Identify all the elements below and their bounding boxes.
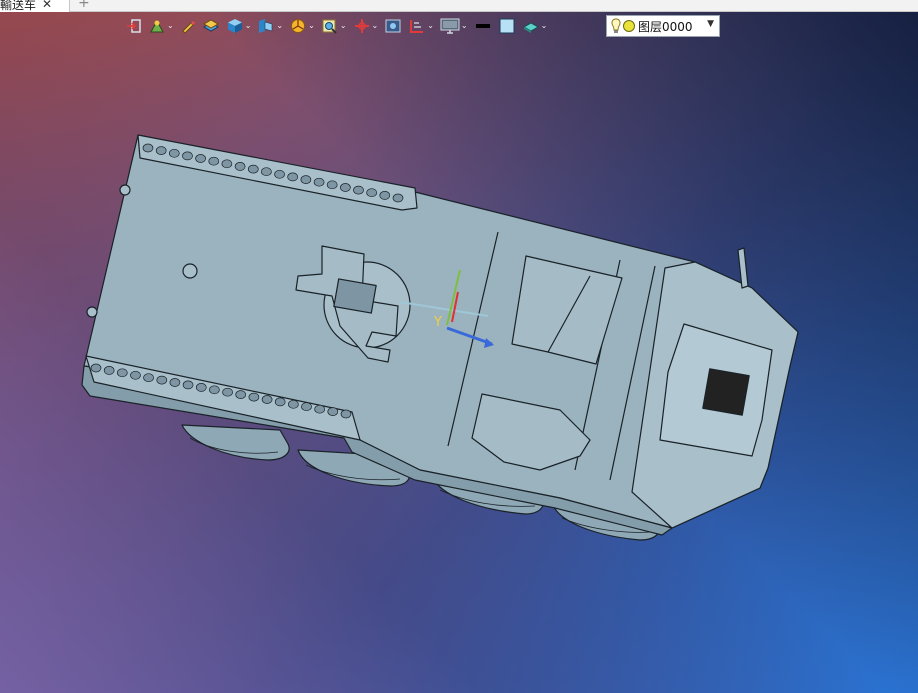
monitor-button[interactable]: ⌄ <box>438 15 470 37</box>
rail-stud <box>168 148 180 158</box>
pencil-button[interactable] <box>178 15 198 37</box>
lightbulb-icon[interactable] <box>611 18 621 34</box>
vent-grille <box>702 368 750 416</box>
surface-icon <box>522 22 539 33</box>
rail-stud <box>182 151 193 161</box>
snapshot-button[interactable] <box>382 15 404 37</box>
rail-stud <box>274 169 285 179</box>
chevron-down-icon: ⌄ <box>427 21 434 30</box>
rail-stud <box>261 395 273 404</box>
rail-stud <box>287 172 299 182</box>
rail-stud <box>327 407 339 416</box>
rail-stud <box>301 402 312 412</box>
rail-stud <box>195 383 207 392</box>
chevron-down-icon: ⌄ <box>460 21 468 30</box>
rail-stud <box>379 191 391 200</box>
chevron-down-icon: ⌄ <box>371 21 379 30</box>
view-toolbar: ⌄ ⌄ ⌄ ⌄ ⌄ ⌄ ⌄ ⌄ ⌄ <box>124 14 604 38</box>
section-view-icon <box>259 19 273 33</box>
layer-color-swatch <box>623 20 635 32</box>
rail-stud <box>156 375 168 385</box>
document-tab-label: 輸送车 <box>0 0 37 12</box>
rail-stud <box>130 370 141 380</box>
rail-stud <box>340 183 351 192</box>
rail-stud <box>248 392 260 402</box>
rail-stud <box>90 363 102 373</box>
rail-stud <box>235 390 247 399</box>
rail-stud <box>366 188 378 198</box>
zoom-button[interactable]: ⌄ <box>319 15 349 37</box>
rail-stud <box>274 397 286 407</box>
chevron-down-icon: ⌄ <box>244 21 252 30</box>
3d-viewport[interactable]: // placeholder — studs are drawn by the … <box>0 0 918 693</box>
orient-button[interactable]: ⌄ <box>287 15 317 37</box>
monitor-icon <box>440 18 460 34</box>
cube-button[interactable]: ⌄ <box>224 15 254 37</box>
exit-view-button[interactable] <box>124 15 144 37</box>
pencil-icon <box>181 21 195 34</box>
vehicle-model <box>81 134 799 541</box>
chevron-down-icon: ⌄ <box>276 21 284 30</box>
chevron-down-icon: ⌄ <box>167 21 174 30</box>
rail-stud <box>195 154 206 163</box>
cube-icon <box>227 19 242 33</box>
rail-stud <box>142 143 154 153</box>
chevron-down-icon: ⌄ <box>540 21 548 30</box>
rail-stud <box>234 162 246 171</box>
measure-icon <box>410 20 424 33</box>
rail-stud <box>288 399 299 409</box>
triad-y-label: Y <box>433 315 442 330</box>
pan-button[interactable]: ⌄ <box>351 15 381 37</box>
orient-icon <box>291 19 306 33</box>
line-color-button[interactable] <box>472 15 494 37</box>
rail-stud <box>221 159 233 169</box>
chevron-down-icon: ⌄ <box>339 21 347 30</box>
chevron-down-icon: ⌄ <box>308 21 315 30</box>
gun-breech <box>333 278 377 314</box>
rail-stud <box>208 156 220 166</box>
rail-stud <box>353 185 364 195</box>
surface-button[interactable]: ⌄ <box>520 15 550 37</box>
close-tab-icon[interactable]: ✕ <box>42 0 52 11</box>
display-style-icon <box>150 19 164 33</box>
rail-stud <box>103 366 115 375</box>
display-style-button[interactable]: ⌄ <box>146 15 176 37</box>
rail-stud <box>261 167 272 177</box>
rail-stud <box>155 146 167 155</box>
document-tab[interactable]: 輸送车 ✕ <box>0 0 70 12</box>
measure-button[interactable]: ⌄ <box>406 15 436 37</box>
rail-stud <box>326 180 338 190</box>
pan-icon <box>354 19 369 33</box>
rail-stud <box>169 378 181 387</box>
rail-stud <box>247 164 259 174</box>
rail-stud <box>143 373 154 383</box>
layer-box-button[interactable] <box>200 15 222 37</box>
rail-stud <box>182 380 194 390</box>
fill-color-icon <box>499 18 515 34</box>
rail-stud <box>116 368 128 378</box>
layer-box-icon <box>202 19 219 32</box>
rail-stud <box>209 385 220 395</box>
rear-light <box>182 263 198 279</box>
snapshot-icon <box>385 19 401 33</box>
layer-select-value: 图层0000 <box>638 19 693 34</box>
document-tab-bar: 輸送车 ✕ + <box>0 0 918 12</box>
rail-stud <box>392 193 404 203</box>
add-tab-icon[interactable]: + <box>78 0 90 11</box>
rail-stud <box>313 177 325 187</box>
dropdown-arrow-icon[interactable]: ▼ <box>707 19 714 29</box>
rail-stud <box>222 387 233 397</box>
line-color-icon <box>475 24 490 28</box>
section-view-button[interactable]: ⌄ <box>255 15 285 37</box>
fill-color-button[interactable] <box>496 15 518 37</box>
zoom-icon <box>322 19 337 34</box>
rail-stud <box>340 409 352 419</box>
exit-view-icon <box>127 19 141 33</box>
layer-select[interactable]: 图层0000 ▼ <box>606 15 720 37</box>
rail-stud <box>314 404 326 414</box>
rail-stud <box>300 175 312 184</box>
